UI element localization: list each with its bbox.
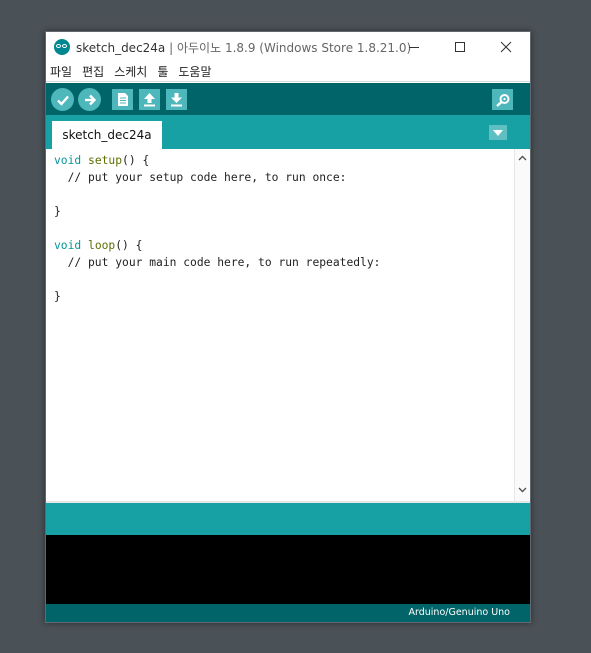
- maximize-button[interactable]: [437, 32, 483, 62]
- triangle-down-icon: [493, 129, 503, 136]
- chevron-up-icon: [518, 155, 527, 161]
- menu-file[interactable]: 파일: [50, 63, 72, 80]
- arduino-logo-icon: [54, 39, 70, 55]
- code-keyword: void: [54, 154, 82, 167]
- magnifier-icon: [495, 93, 509, 107]
- code-punct: () {: [122, 154, 150, 167]
- code-line: void setup() {: [54, 152, 380, 169]
- check-icon: [56, 95, 69, 106]
- tab-menu-button[interactable]: [489, 125, 507, 140]
- tab-sketch[interactable]: sketch_dec24a: [52, 121, 162, 149]
- chevron-down-icon: [518, 487, 527, 493]
- arrow-right-icon: [84, 94, 96, 105]
- code-line: }: [54, 290, 61, 303]
- code-line: void loop() {: [54, 237, 380, 254]
- document-icon: [118, 93, 128, 106]
- maximize-icon: [455, 42, 465, 52]
- menu-edit[interactable]: 편집: [82, 63, 104, 80]
- toolbar: [46, 83, 530, 115]
- scroll-down-button[interactable]: [515, 483, 530, 497]
- code-function: loop: [88, 239, 116, 252]
- minimize-icon: [409, 47, 419, 48]
- code-text: void setup() { // put your setup code he…: [54, 152, 380, 305]
- verify-button[interactable]: [51, 88, 74, 111]
- board-label: Arduino/Genuino Uno: [408, 607, 511, 618]
- new-sketch-button[interactable]: [112, 89, 133, 110]
- menu-tools[interactable]: 툴: [157, 63, 168, 80]
- console-output[interactable]: [46, 535, 530, 604]
- menu-help[interactable]: 도움말: [178, 63, 211, 80]
- footer-bar: Arduino/Genuino Uno: [46, 604, 530, 622]
- code-keyword: void: [54, 239, 82, 252]
- minimize-button[interactable]: [391, 32, 437, 62]
- open-button[interactable]: [139, 89, 160, 110]
- code-punct: () {: [115, 239, 143, 252]
- code-line: // put your setup code here, to run once…: [54, 171, 347, 184]
- serial-monitor-button[interactable]: [492, 89, 513, 110]
- window-title-app: | 아두이노 1.8.9 (Windows Store 1.8.21.0): [165, 41, 412, 55]
- title-bar[interactable]: sketch_dec24a | 아두이노 1.8.9 (Windows Stor…: [46, 32, 530, 62]
- menu-bar: 파일 편집 스케치 툴 도움말: [46, 62, 530, 82]
- code-editor[interactable]: void setup() { // put your setup code he…: [46, 149, 514, 501]
- close-icon: [500, 41, 512, 53]
- window-title-sketch: sketch_dec24a: [76, 41, 166, 55]
- code-function: setup: [88, 154, 123, 167]
- status-bar: [46, 503, 530, 535]
- scroll-up-button[interactable]: [515, 151, 530, 165]
- upload-button[interactable]: [78, 88, 101, 111]
- arrow-up-icon: [144, 93, 155, 107]
- editor-scrollbar[interactable]: [514, 149, 530, 501]
- window-title: sketch_dec24a | 아두이노 1.8.9 (Windows Stor…: [76, 39, 411, 56]
- arrow-down-icon: [171, 93, 182, 107]
- arduino-ide-window: sketch_dec24a | 아두이노 1.8.9 (Windows Stor…: [45, 31, 531, 623]
- code-line: // put your main code here, to run repea…: [54, 256, 381, 269]
- close-button[interactable]: [483, 32, 529, 62]
- tab-bar: sketch_dec24a: [46, 115, 530, 149]
- menu-sketch[interactable]: 스케치: [114, 63, 147, 80]
- code-line: }: [54, 205, 61, 218]
- save-button[interactable]: [166, 89, 187, 110]
